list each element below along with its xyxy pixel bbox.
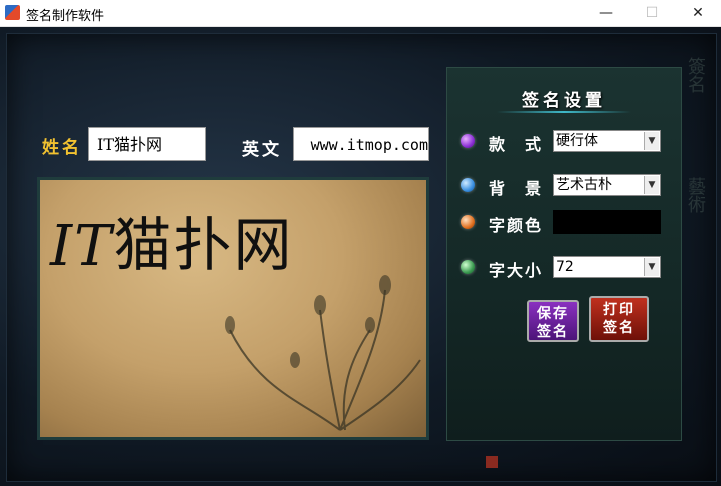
title-underline bbox=[497, 111, 631, 113]
print-button-line2: 签名 bbox=[603, 320, 635, 336]
english-input-value: www.itmop.com bbox=[310, 136, 428, 154]
chevron-down-icon[interactable]: ▼ bbox=[644, 258, 659, 276]
name-input[interactable]: IT猫扑网 bbox=[88, 127, 206, 161]
signature-preview: IT猫扑网 bbox=[37, 177, 429, 440]
settings-title: 签名设置 bbox=[522, 91, 606, 111]
seal-stamp bbox=[486, 456, 498, 468]
style-select[interactable]: 硬行体 ▼ bbox=[553, 130, 661, 152]
size-label: 字大小 bbox=[489, 261, 544, 280]
signature-prefix: IT bbox=[50, 214, 114, 279]
chevron-down-icon[interactable]: ▼ bbox=[644, 132, 659, 150]
signature-main: 猫扑网 bbox=[113, 211, 294, 279]
print-signature-button[interactable]: 打印 签名 bbox=[589, 296, 649, 342]
main-area: 簽名 藝術 姓名 IT猫扑网 英文 www.itmop.com IT猫扑网 签名… bbox=[0, 27, 721, 486]
name-label: 姓名 bbox=[42, 138, 82, 158]
signature-text: IT猫扑网 bbox=[50, 198, 294, 282]
style-select-value: 硬行体 bbox=[556, 133, 598, 149]
background-select[interactable]: 艺术古朴 ▼ bbox=[553, 174, 661, 196]
save-button-line1: 保存 bbox=[537, 306, 569, 322]
settings-panel: 签名设置 款 式 硬行体 ▼ 背 景 艺术古朴 ▼ 字颜色 字大小 72 ▼ 保… bbox=[446, 67, 682, 441]
english-label: 英文 bbox=[242, 140, 282, 160]
font-color-swatch[interactable] bbox=[553, 210, 661, 234]
orange-orb-icon bbox=[461, 215, 475, 229]
blue-orb-icon bbox=[461, 178, 475, 192]
save-signature-button[interactable]: 保存 签名 bbox=[527, 300, 579, 342]
style-label: 款 式 bbox=[489, 135, 544, 154]
window-title: 签名制作软件 bbox=[26, 9, 105, 24]
maximize-button[interactable]: ☐ bbox=[629, 0, 675, 26]
english-input[interactable]: www.itmop.com bbox=[293, 127, 429, 161]
minimize-button[interactable]: — bbox=[583, 0, 629, 26]
save-button-line2: 签名 bbox=[537, 324, 569, 340]
print-button-line1: 打印 bbox=[603, 302, 635, 318]
size-select[interactable]: 72 ▼ bbox=[553, 256, 661, 278]
background-select-value: 艺术古朴 bbox=[556, 177, 612, 193]
green-orb-icon bbox=[461, 260, 475, 274]
app-icon bbox=[5, 5, 20, 20]
purple-orb-icon bbox=[461, 134, 475, 148]
calligraphy-decoration: 簽名 bbox=[685, 57, 706, 93]
size-select-value: 72 bbox=[556, 259, 574, 275]
close-button[interactable]: ✕ bbox=[675, 0, 721, 26]
color-label: 字颜色 bbox=[489, 216, 544, 235]
title-bar: 签名制作软件 — ☐ ✕ bbox=[0, 0, 721, 27]
background-label: 背 景 bbox=[489, 179, 544, 198]
chevron-down-icon[interactable]: ▼ bbox=[644, 176, 659, 194]
calligraphy-decoration: 藝術 bbox=[685, 177, 706, 213]
